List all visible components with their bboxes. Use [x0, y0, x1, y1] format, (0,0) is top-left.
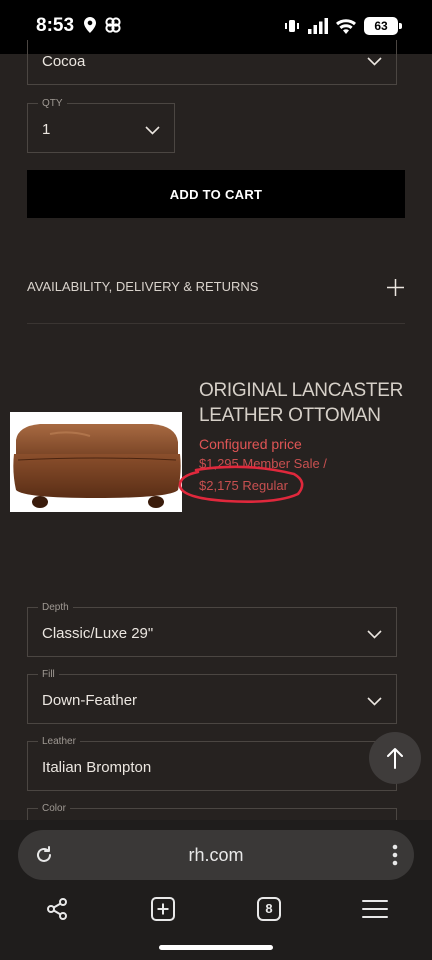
menu-button[interactable] — [361, 895, 389, 923]
wifi-icon — [336, 19, 356, 34]
regular-price: $2,175 Regular — [199, 478, 288, 493]
arrow-up-icon — [387, 748, 403, 769]
color-label: Color — [38, 802, 70, 815]
qty-label: QTY — [38, 97, 67, 110]
more-options-icon[interactable] — [392, 844, 398, 866]
fill-select[interactable]: Fill Down-Feather — [27, 668, 397, 724]
color-select[interactable]: Cocoa — [27, 40, 397, 85]
leather-label: Leather — [38, 735, 80, 748]
chevron-down-icon — [367, 630, 382, 639]
depth-select[interactable]: Depth Classic/Luxe 29" — [27, 601, 397, 657]
add-to-cart-button[interactable]: ADD TO CART — [27, 170, 405, 218]
color-select-value: Cocoa — [42, 53, 86, 70]
new-tab-icon — [151, 897, 175, 921]
availability-accordion[interactable]: AVAILABILITY, DELIVERY & RETURNS — [27, 279, 258, 294]
tab-switcher-button[interactable]: 8 — [255, 895, 283, 923]
share-icon — [47, 898, 67, 920]
share-button[interactable] — [43, 895, 71, 923]
vibrate-icon — [285, 20, 299, 32]
location-icon — [84, 17, 96, 33]
app-notification-icon — [105, 17, 121, 33]
home-indicator[interactable] — [159, 945, 273, 950]
address-bar[interactable]: rh.com — [18, 830, 414, 880]
divider — [27, 323, 405, 324]
leather-value: Italian Brompton — [42, 759, 152, 776]
chevron-down-icon — [367, 57, 382, 66]
browser-toolbar: rh.com 8 — [0, 820, 432, 960]
new-tab-button[interactable] — [149, 895, 177, 923]
plus-icon[interactable] — [387, 279, 404, 296]
depth-label: Depth — [38, 601, 73, 614]
chevron-down-icon — [145, 126, 160, 135]
depth-value: Classic/Luxe 29" — [42, 625, 154, 642]
member-sale-price: $1,295 Member Sale / — [199, 456, 327, 471]
hamburger-menu-icon — [362, 900, 388, 918]
product-title[interactable]: ORIGINAL LANCASTER LEATHER OTTOMAN — [199, 378, 414, 428]
product-title-line1: ORIGINAL LANCASTER — [199, 380, 403, 401]
back-to-top-button[interactable] — [369, 732, 421, 784]
fill-value: Down-Feather — [42, 692, 138, 709]
product-title-line2: LEATHER OTTOMAN — [199, 405, 381, 426]
product-image[interactable] — [10, 412, 182, 512]
leather-select[interactable]: Leather Italian Brompton — [27, 735, 397, 791]
configured-price-label: Configured price — [199, 436, 302, 452]
signal-icon — [308, 18, 328, 34]
chevron-down-icon — [367, 697, 382, 706]
qty-select[interactable]: QTY 1 — [27, 97, 175, 153]
status-time: 8:53 — [36, 15, 75, 36]
url-text: rh.com — [188, 845, 244, 865]
qty-value: 1 — [42, 121, 51, 138]
battery-indicator: 63 — [364, 17, 402, 35]
fill-label: Fill — [38, 668, 59, 681]
tab-count: 8 — [265, 901, 273, 916]
